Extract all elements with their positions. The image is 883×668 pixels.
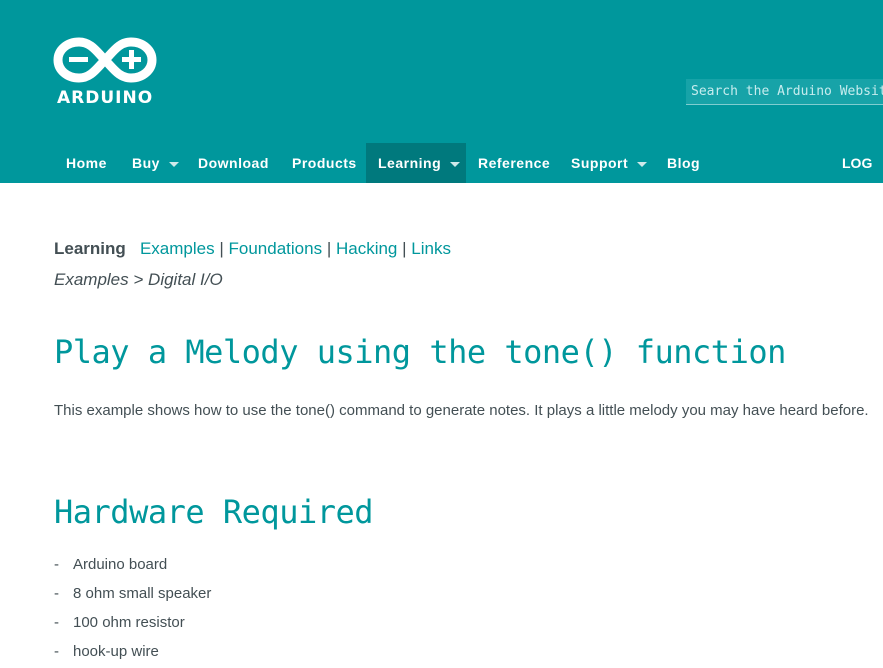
page-title: Play a Melody using the tone() function <box>54 333 786 371</box>
hardware-list: - Arduino board -8 ohm small speaker -100… <box>54 552 211 668</box>
login-link[interactable]: LOG IN <box>842 143 883 183</box>
subnav-link-examples[interactable]: Examples <box>140 239 215 258</box>
nav-reference[interactable]: Reference <box>466 143 562 183</box>
list-item: - Arduino board <box>54 552 211 581</box>
breadcrumb: Examples > Digital I/O <box>54 270 223 290</box>
nav-blog[interactable]: Blog <box>655 143 712 183</box>
logo-wordmark: ARDUINO <box>57 88 154 108</box>
breadcrumb-current[interactable]: Digital I/O <box>148 270 223 289</box>
learning-subnav: Learning Examples | Foundations | Hackin… <box>54 239 451 259</box>
infinity-logo-icon <box>53 37 157 83</box>
site-header: ARDUINO Home Buy Download Products Learn… <box>0 0 883 183</box>
arduino-logo[interactable]: ARDUINO <box>53 36 157 108</box>
main-nav: Home Buy Download Products Learning Refe… <box>0 143 883 183</box>
search-input[interactable] <box>686 79 883 105</box>
nav-products[interactable]: Products <box>280 143 369 183</box>
hardware-heading: Hardware Required <box>54 493 374 531</box>
list-marker: - <box>54 614 59 631</box>
nav-home[interactable]: Home <box>54 143 119 183</box>
list-item: - hook-up wire <box>54 639 211 668</box>
list-marker: - <box>54 585 59 602</box>
subnav-link-foundations[interactable]: Foundations <box>229 239 323 258</box>
breadcrumb-separator: > <box>133 270 144 289</box>
list-marker: - <box>54 556 59 573</box>
chevron-down-icon <box>637 161 648 167</box>
subnav-link-hacking[interactable]: Hacking <box>336 239 397 258</box>
chevron-down-icon <box>450 161 461 167</box>
nav-download[interactable]: Download <box>186 143 281 183</box>
list-marker: - <box>54 643 59 660</box>
list-item: -100 ohm resistor <box>54 610 211 639</box>
subnav-separator: | <box>326 239 332 258</box>
breadcrumb-parent[interactable]: Examples <box>54 270 129 289</box>
nav-buy[interactable]: Buy <box>120 143 191 183</box>
subnav-current: Learning <box>54 239 126 258</box>
nav-learning[interactable]: Learning <box>366 143 466 183</box>
list-item: -8 ohm small speaker <box>54 581 211 610</box>
chevron-down-icon <box>168 161 179 167</box>
subnav-separator: | <box>402 239 407 258</box>
subnav-separator: | <box>219 239 224 258</box>
nav-support[interactable]: Support <box>559 143 659 183</box>
intro-paragraph: This example shows how to use the tone()… <box>54 402 869 419</box>
subnav-link-links[interactable]: Links <box>411 239 451 258</box>
